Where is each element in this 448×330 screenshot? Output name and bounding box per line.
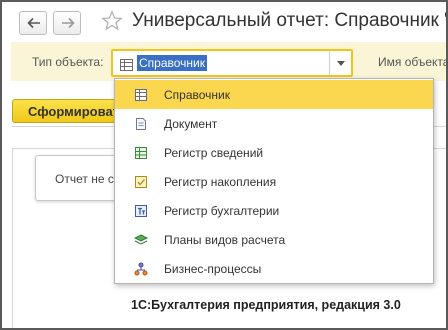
object-name-label: Имя объекта: [378,55,448,69]
window-frame: Универсальный отчет: Справочник "Контраг… [0,0,448,330]
dropdown-item-document[interactable]: Документ [115,109,433,138]
information-register-icon [135,147,147,159]
object-type-label: Тип объекта: [32,55,104,69]
object-type-value: Справочник [137,55,207,71]
dropdown-item-label: Планы видов расчета [164,233,286,247]
document-icon [136,118,146,130]
arrow-left-icon [27,17,40,29]
footer-caption: 1С:Бухгалтерия предприятия, редакция 3.0 [131,298,401,312]
accumulation-register-icon [135,176,147,188]
dropdown-item-label: Регистр накопления [164,175,277,189]
dropdown-item-label: Регистр сведений [164,146,264,160]
star-icon[interactable] [101,10,123,32]
dropdown-item-label: Бизнес-процессы [164,262,262,276]
filter-bar: Тип объекта: Справочник Имя объекта: [11,42,448,81]
dropdown-item-business-processes[interactable]: Бизнес-процессы [115,254,433,283]
dropdown-item-calculation-types[interactable]: Планы видов расчета [115,225,433,254]
catalog-icon [120,59,133,71]
dropdown-item-label: Регистр бухгалтерии [164,204,280,218]
dropdown-item-label: Документ [164,117,218,131]
accounting-register-icon [135,205,147,217]
dropdown-item-label: Справочник [164,88,230,102]
dropdown-toggle-button[interactable] [329,51,351,75]
forward-button[interactable] [53,11,81,35]
dropdown-item-information-register[interactable]: Регистр сведений [115,138,433,167]
dropdown-item-catalog[interactable]: Справочник [115,80,433,109]
catalog-icon [135,89,147,101]
dropdown-item-accumulation-register[interactable]: Регистр накопления [115,167,433,196]
page-title: Универсальный отчет: Справочник "Контраг… [132,10,446,31]
chevron-down-icon [337,61,345,66]
object-type-select[interactable]: Справочник [111,49,353,77]
object-type-dropdown-list: Справочник Документ Регистр сведений Рег… [114,78,434,284]
calculation-types-icon [134,234,148,245]
dropdown-item-accounting-register[interactable]: Регистр бухгалтерии [115,196,433,225]
arrow-right-icon [62,17,75,29]
business-process-icon [134,262,148,276]
back-button[interactable] [19,11,47,35]
